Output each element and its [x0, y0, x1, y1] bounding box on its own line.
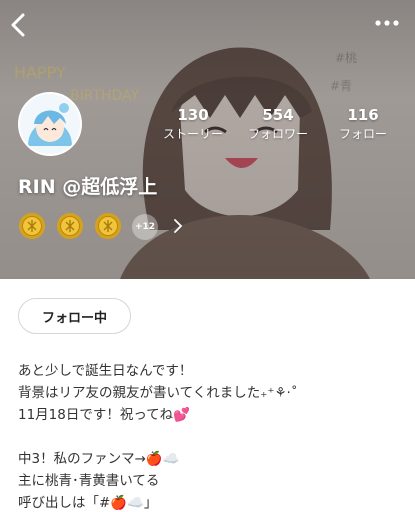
back-chevron-icon	[11, 13, 25, 37]
bio-line: 呼び出しは「#🍎☁️」	[18, 495, 158, 511]
bio-line: あと少しで誕生日なんです！	[18, 363, 193, 379]
bio-line: 主に桃青･青黄書いてる	[18, 473, 160, 489]
following-count: 116	[347, 106, 379, 124]
followers-label: フォロワー	[247, 127, 308, 141]
medal-icon	[19, 213, 45, 239]
stories-count: 130	[177, 106, 209, 124]
more-badges-count[interactable]: +12	[132, 214, 158, 240]
profile-bio: あと少しで誕生日なんです！ 背景はリア友の親友が書いてくれました₊⁺⚘·˚ 11…	[18, 360, 398, 512]
profile-header: HAPPY BIRTHDAY #青 #桃 130 ストーリー 5	[0, 0, 415, 279]
anime-avatar-icon	[20, 94, 80, 154]
bio-line: 中3！私のファンマ→🍎☁️	[18, 451, 180, 467]
stat-followers[interactable]: 554 フォロワー	[238, 106, 318, 141]
medal-icon	[95, 213, 121, 239]
following-button[interactable]: フォロー中	[18, 298, 131, 334]
username: RIN @超低浮上	[18, 176, 158, 198]
stat-stories[interactable]: 130 ストーリー	[153, 106, 233, 141]
more-dots-icon	[375, 20, 399, 26]
avatar[interactable]	[18, 92, 82, 156]
bio-line: 背景はリア友の親友が書いてくれました₊⁺⚘·˚	[18, 385, 298, 401]
stat-following[interactable]: 116 フォロー	[323, 106, 403, 141]
bio-line: 11月18日です！祝ってね💕	[18, 407, 190, 423]
stories-label: ストーリー	[162, 127, 223, 141]
followers-count: 554	[262, 106, 294, 124]
chevron-right-icon[interactable]	[172, 218, 184, 234]
more-options-button[interactable]	[373, 14, 401, 32]
following-label: フォロー	[338, 127, 387, 141]
medal-icon	[57, 213, 83, 239]
bio-spacer	[18, 426, 398, 448]
back-button[interactable]	[6, 10, 30, 40]
